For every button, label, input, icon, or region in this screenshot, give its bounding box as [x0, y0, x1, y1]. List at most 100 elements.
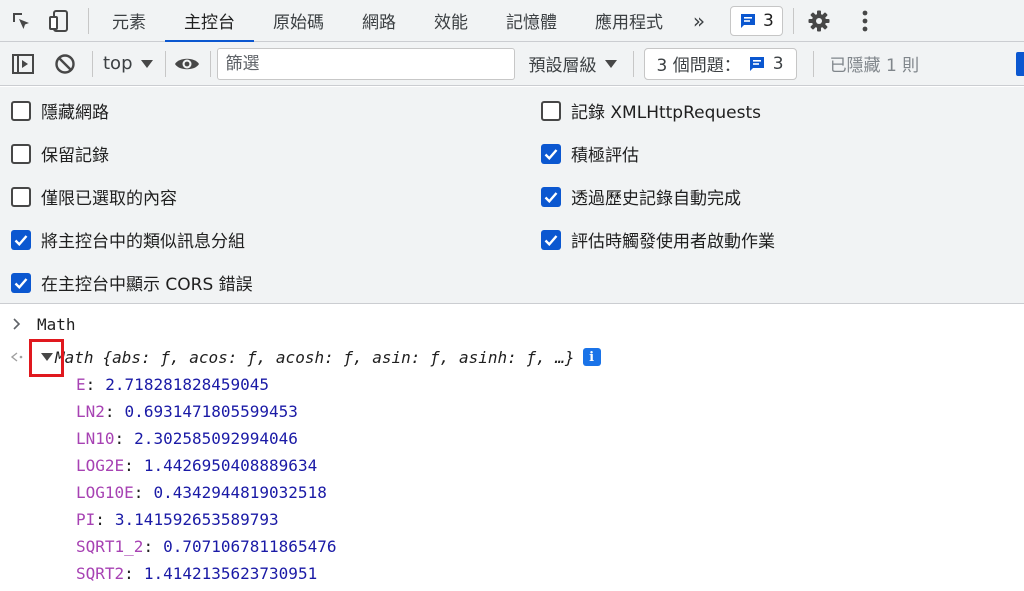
setting-option[interactable]: 透過歷史記錄自動完成	[541, 184, 741, 209]
tab-4[interactable]: 效能	[415, 0, 487, 42]
divider	[632, 50, 634, 77]
setting-option[interactable]: 僅限已選取的內容	[11, 184, 177, 209]
gear-icon[interactable]	[804, 6, 834, 36]
setting-option[interactable]: 隱藏網路	[11, 98, 109, 123]
console-settings-panel: 隱藏網路保留記錄僅限已選取的內容將主控台中的類似訊息分組在主控台中顯示 CORS…	[0, 87, 1024, 304]
tab-6[interactable]: 應用程式	[576, 0, 682, 42]
setting-label: 僅限已選取的內容	[41, 189, 177, 209]
property-row: LN2:0.6931471805599453	[76, 398, 298, 424]
property-key: PI	[76, 509, 96, 529]
property-value: 2.718281828459045	[105, 374, 270, 394]
setting-option[interactable]: 在主控台中顯示 CORS 錯誤	[11, 270, 253, 295]
checkbox-unchecked-icon[interactable]	[541, 100, 561, 121]
setting-label: 隱藏網路	[41, 103, 109, 123]
filter-input[interactable]	[216, 47, 515, 80]
settings-toggle-edge[interactable]	[1016, 52, 1024, 76]
chevron-right-icon	[13, 318, 21, 330]
property-separator: :	[85, 374, 96, 394]
property-separator: :	[124, 563, 134, 583]
property-value: 2.302585092994046	[134, 428, 298, 448]
checkbox-checked-icon[interactable]	[541, 186, 561, 207]
divider	[92, 50, 93, 77]
tab-list: 元素 主控台 原始碼 網路 效能 記憶體 應用程式	[93, 0, 682, 43]
property-key: LOG2E	[76, 455, 125, 475]
property-row: LOG2E:1.4426950408889634	[76, 452, 317, 478]
checkbox-unchecked-icon[interactable]	[11, 100, 31, 121]
property-row: SQRT1_2:0.7071067811865476	[76, 533, 336, 559]
kebab-menu-icon[interactable]	[850, 6, 880, 36]
issues-button[interactable]: 3 個問題： 3	[643, 47, 797, 80]
property-separator: :	[133, 482, 144, 502]
divider	[792, 7, 794, 34]
checkbox-checked-icon[interactable]	[541, 229, 561, 250]
eye-icon[interactable]	[172, 49, 202, 79]
setting-label: 在主控台中顯示 CORS 錯誤	[41, 275, 253, 295]
property-key: LOG10E	[76, 482, 134, 502]
issues-counter-button[interactable]: 3	[730, 5, 783, 36]
return-arrow-icon	[10, 352, 23, 362]
setting-label: 保留記錄	[41, 146, 109, 166]
tab-3[interactable]: 網路	[343, 0, 415, 42]
device-toolbar-icon[interactable]	[44, 6, 74, 36]
devtools-tab-bar: 元素 主控台 原始碼 網路 效能 記憶體 應用程式 » 3	[0, 0, 1024, 43]
property-key: E	[76, 374, 86, 394]
tab-1[interactable]: 主控台	[165, 0, 254, 43]
inspect-element-icon[interactable]	[6, 6, 36, 36]
object-preview: {abs: ƒ, acos: ƒ, acosh: ƒ, asin: ƒ, asi…	[102, 347, 575, 367]
chevrons-right-icon: »	[692, 8, 706, 33]
setting-label: 評估時觸發使用者啟動作業	[571, 232, 775, 252]
checkbox-unchecked-icon[interactable]	[11, 186, 31, 207]
divider	[812, 50, 814, 77]
property-value: 0.6931471805599453	[124, 401, 298, 421]
property-row: SQRT2:1.4142135623730951	[76, 560, 317, 586]
setting-option[interactable]: 將主控台中的類似訊息分組	[11, 227, 245, 252]
highlight-box	[29, 339, 64, 377]
more-tabs-button[interactable]: »	[682, 0, 716, 42]
property-row: LN10:2.302585092994046	[76, 425, 298, 451]
setting-option[interactable]: 記錄 XMLHttpRequests	[541, 98, 761, 123]
property-key: LN10	[76, 428, 115, 448]
setting-label: 積極評估	[571, 146, 639, 166]
dropdown-arrow-icon	[140, 59, 153, 68]
property-key: LN2	[76, 401, 105, 421]
hidden-messages-count: 已隱藏 1 則	[829, 56, 920, 76]
log-levels-label: 預設層級	[528, 56, 597, 76]
dropdown-arrow-icon	[604, 59, 617, 68]
tab-2[interactable]: 原始碼	[254, 0, 343, 42]
setting-label: 記錄 XMLHttpRequests	[571, 103, 762, 123]
property-value: 0.7071067811865476	[163, 536, 337, 556]
setting-label: 透過歷史記錄自動完成	[571, 189, 741, 209]
info-icon[interactable]: i	[582, 348, 601, 366]
issues-label: 3 個問題：	[656, 56, 741, 76]
divider	[88, 7, 89, 34]
sidebar-toggle-icon[interactable]	[8, 49, 38, 79]
property-row: PI:3.141592653589793	[76, 506, 279, 532]
tab-0[interactable]: 元素	[93, 0, 165, 42]
console-toolbar: top 預設層級 3 個問題： 3 已隱藏 1 則	[0, 42, 1024, 86]
checkbox-checked-icon[interactable]	[11, 272, 31, 293]
message-icon	[741, 13, 755, 28]
checkbox-unchecked-icon[interactable]	[11, 143, 31, 164]
console-result-line: Math {abs: ƒ, acos: ƒ, acosh: ƒ, asin: ƒ…	[10, 344, 601, 370]
setting-option[interactable]: 保留記錄	[11, 141, 109, 166]
property-value: 0.4342944819032518	[153, 482, 327, 502]
checkbox-checked-icon[interactable]	[11, 229, 31, 250]
setting-option[interactable]: 積極評估	[541, 141, 639, 166]
setting-option[interactable]: 評估時觸發使用者啟動作業	[541, 227, 775, 252]
log-levels-dropdown[interactable]: 預設層級	[529, 51, 617, 76]
context-selector[interactable]: top	[97, 53, 161, 74]
property-separator: :	[124, 455, 134, 475]
tab-5[interactable]: 記憶體	[487, 0, 576, 42]
property-key: SQRT2	[76, 563, 125, 583]
console-input-text: Math	[37, 314, 76, 334]
property-row: E:2.718281828459045	[76, 371, 269, 397]
checkbox-checked-icon[interactable]	[541, 143, 561, 164]
context-label: top	[103, 53, 133, 74]
property-value: 3.141592653589793	[114, 509, 279, 529]
property-separator: :	[114, 428, 125, 448]
property-row: LOG10E:0.4342944819032518	[76, 479, 327, 505]
clear-console-icon[interactable]	[50, 49, 80, 79]
property-separator: :	[104, 401, 115, 421]
issues-count: 3	[763, 10, 774, 31]
console-output: Math Math {abs: ƒ, acos: ƒ, acosh: ƒ, as…	[0, 305, 1024, 591]
